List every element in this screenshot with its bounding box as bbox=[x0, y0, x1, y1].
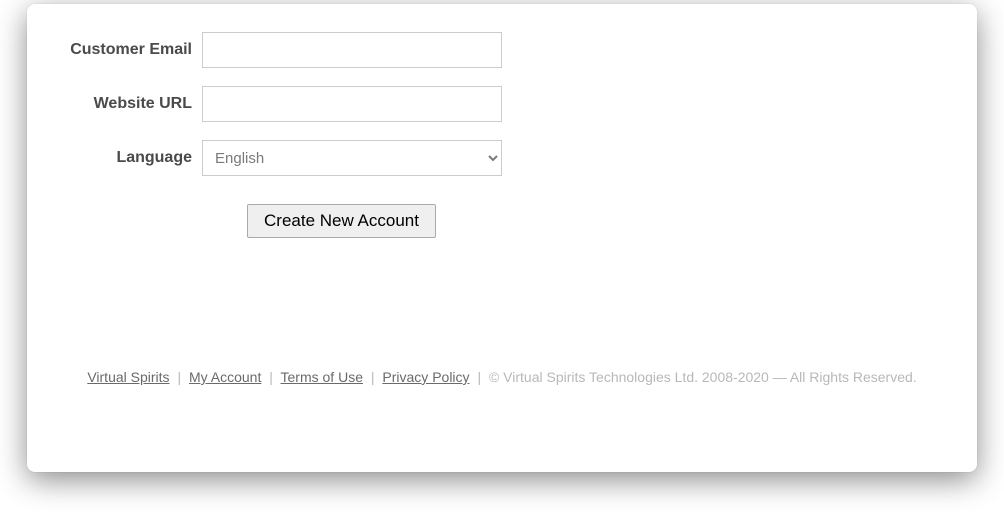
footer-separator: | bbox=[269, 369, 273, 385]
website-url-label: Website URL bbox=[27, 95, 202, 113]
customer-email-label: Customer Email bbox=[27, 41, 202, 59]
footer-link-privacy[interactable]: Privacy Policy bbox=[382, 369, 469, 385]
footer-copyright: © Virtual Spirits Technologies Ltd. 2008… bbox=[489, 369, 917, 385]
footer-separator: | bbox=[371, 369, 375, 385]
row-language: Language English bbox=[27, 140, 977, 176]
customer-email-input[interactable] bbox=[202, 32, 502, 68]
footer-separator: | bbox=[477, 369, 481, 385]
footer-link-terms[interactable]: Terms of Use bbox=[281, 369, 363, 385]
footer-separator: | bbox=[177, 369, 181, 385]
footer-link-virtual-spirits[interactable]: Virtual Spirits bbox=[87, 369, 169, 385]
create-account-button[interactable]: Create New Account bbox=[247, 204, 436, 238]
submit-row: Create New Account bbox=[27, 204, 977, 238]
row-customer-email: Customer Email bbox=[27, 32, 977, 68]
website-url-input[interactable] bbox=[202, 86, 502, 122]
language-label: Language bbox=[27, 149, 202, 167]
footer-link-my-account[interactable]: My Account bbox=[189, 369, 261, 385]
form-card: Customer Email Website URL Language Engl… bbox=[27, 4, 977, 472]
language-select[interactable]: English bbox=[202, 140, 502, 176]
row-website-url: Website URL bbox=[27, 86, 977, 122]
footer: Virtual Spirits | My Account | Terms of … bbox=[27, 369, 977, 385]
